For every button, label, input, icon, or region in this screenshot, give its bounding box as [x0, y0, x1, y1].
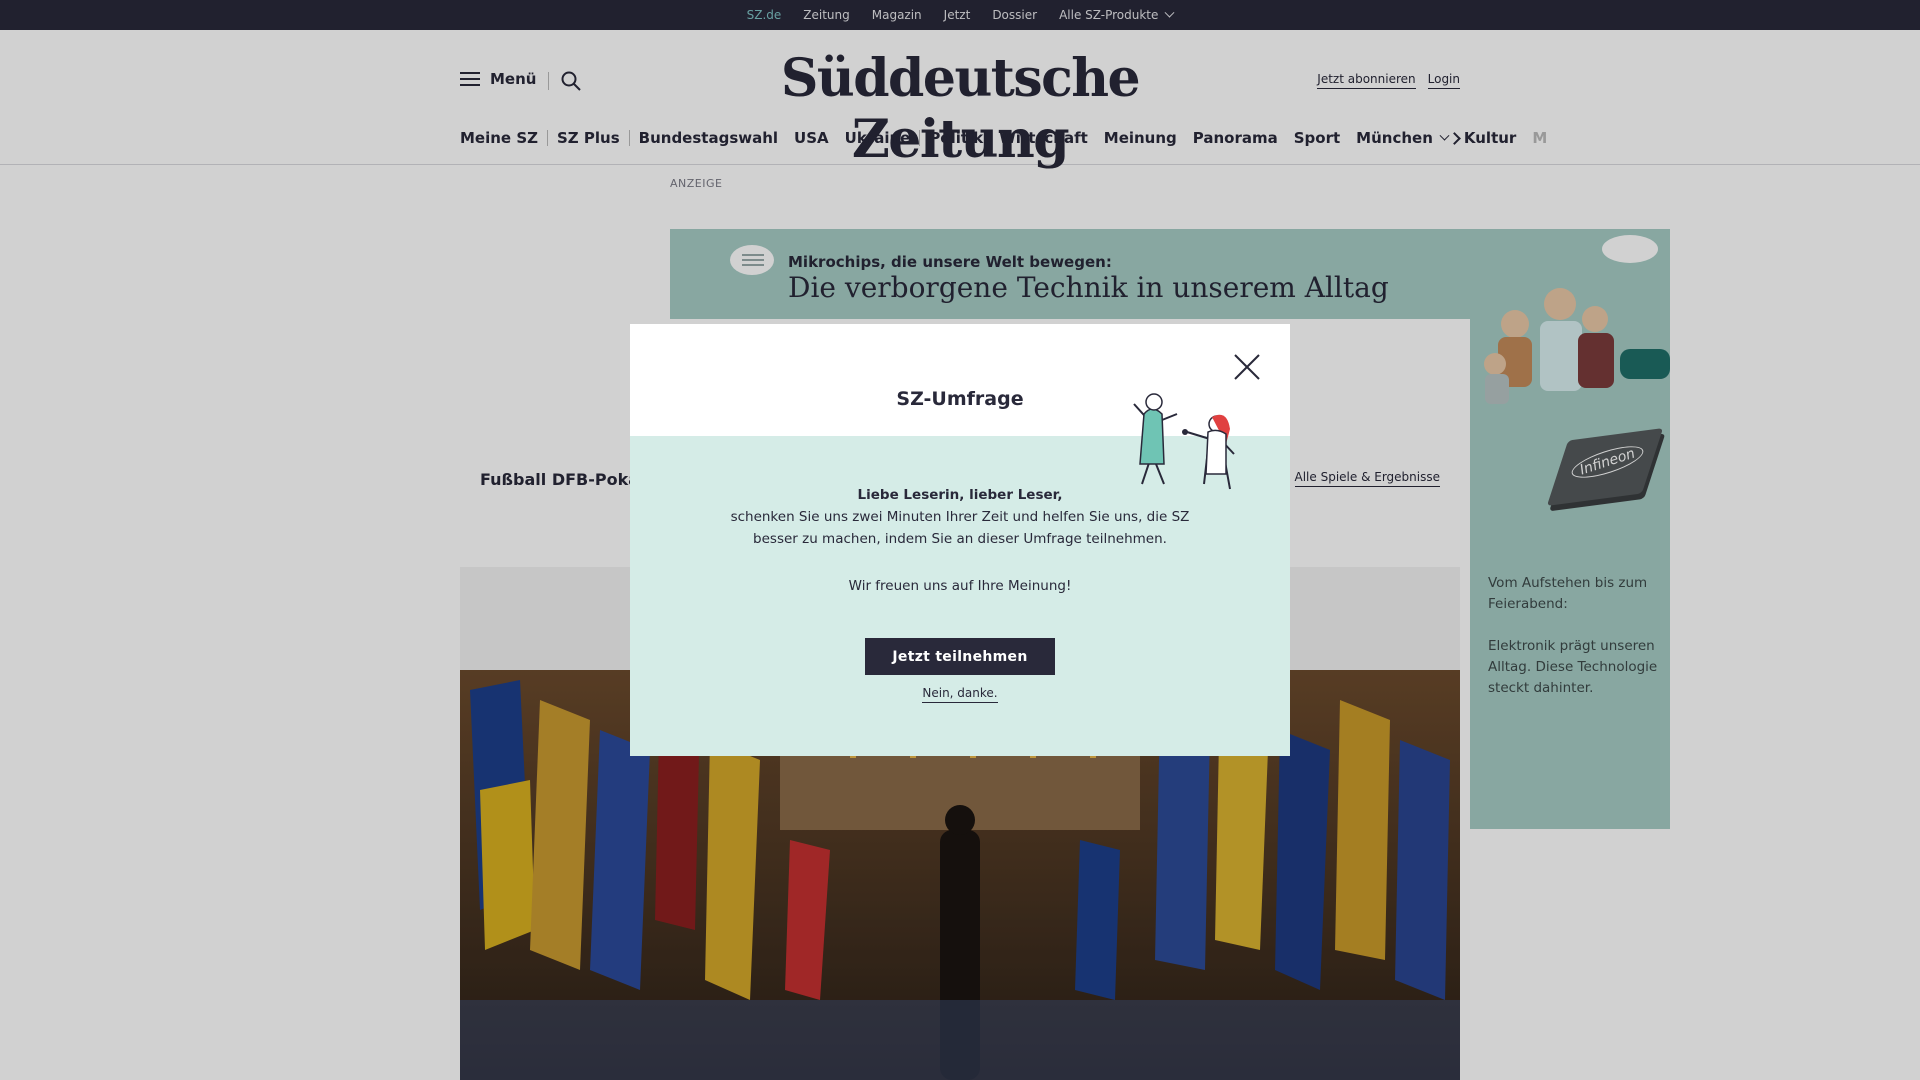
decline-link[interactable]: Nein, danke. — [922, 686, 998, 703]
close-icon[interactable] — [1232, 352, 1262, 382]
participate-button[interactable]: Jetzt teilnehmen — [865, 638, 1055, 675]
survey-illustration — [1133, 393, 1235, 490]
modal-greeting: Liebe Leserin, lieber Leser, — [857, 487, 1063, 503]
survey-modal: SZ-Umfrage Liebe Leserin, lieber Leser, … — [630, 324, 1290, 756]
modal-thanks: Wir freuen uns auf Ihre Meinung! — [848, 578, 1072, 594]
decline-link-wrapper: Nein, danke. — [630, 686, 1290, 703]
modal-text-line-1: schenken Sie uns zwei Minuten Ihrer Zeit… — [730, 509, 1190, 525]
modal-text-line-2: besser zu machen, indem Sie an dieser Um… — [753, 531, 1167, 547]
modal-body: Liebe Leserin, lieber Leser, schenken Si… — [630, 484, 1290, 597]
